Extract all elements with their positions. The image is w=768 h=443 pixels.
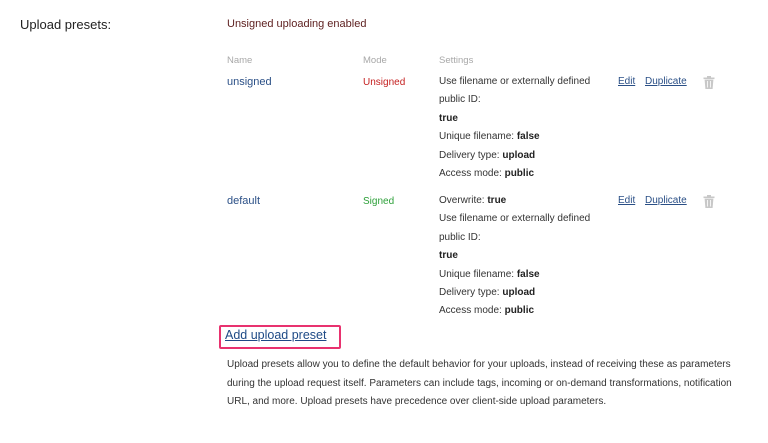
add-upload-preset-link[interactable]: Add upload preset xyxy=(225,328,326,342)
setting-line: true xyxy=(439,250,458,262)
setting-line: true xyxy=(439,112,458,124)
trash-icon[interactable] xyxy=(703,195,715,208)
setting-line: Access mode: public xyxy=(439,305,535,317)
setting-line: Delivery type: upload xyxy=(439,287,536,299)
setting-line: public ID: xyxy=(439,231,481,243)
setting-line: Access mode: public xyxy=(439,168,535,180)
setting-line: Delivery type: upload xyxy=(439,149,536,161)
column-header-mode: Mode xyxy=(363,55,387,66)
preset-name[interactable]: unsigned xyxy=(227,76,272,88)
upload-presets-description: Upload presets allow you to define the d… xyxy=(227,359,732,407)
column-header-settings: Settings xyxy=(439,55,474,66)
setting-line: Use filename or externally defined xyxy=(439,213,591,225)
edit-preset-link[interactable]: Edit xyxy=(618,195,635,206)
duplicate-preset-link[interactable]: Duplicate xyxy=(645,195,687,206)
upload-presets-page: Upload presets: Unsigned uploading enabl… xyxy=(0,0,768,443)
preset-mode-badge: Signed xyxy=(363,196,395,207)
preset-name[interactable]: default xyxy=(227,195,260,207)
setting-line: Unique filename: false xyxy=(439,268,540,280)
preset-settings: Overwrite: true Use filename or external… xyxy=(439,192,609,321)
duplicate-preset-link[interactable]: Duplicate xyxy=(645,76,687,87)
setting-line: Overwrite: true xyxy=(439,195,507,206)
column-header-name: Name xyxy=(227,55,253,66)
edit-preset-link[interactable]: Edit xyxy=(618,76,635,87)
setting-line: public ID: xyxy=(439,94,481,106)
section-label: Upload presets: xyxy=(20,17,112,32)
setting-line: Unique filename: false xyxy=(439,131,540,143)
preset-mode-badge: Unsigned xyxy=(363,77,406,88)
setting-line: Use filename or externally defined xyxy=(439,76,591,87)
trash-icon[interactable] xyxy=(703,76,715,89)
unsigned-status-text: Unsigned uploading enabled xyxy=(227,18,367,30)
preset-settings: Use filename or externally defined publi… xyxy=(439,73,609,183)
